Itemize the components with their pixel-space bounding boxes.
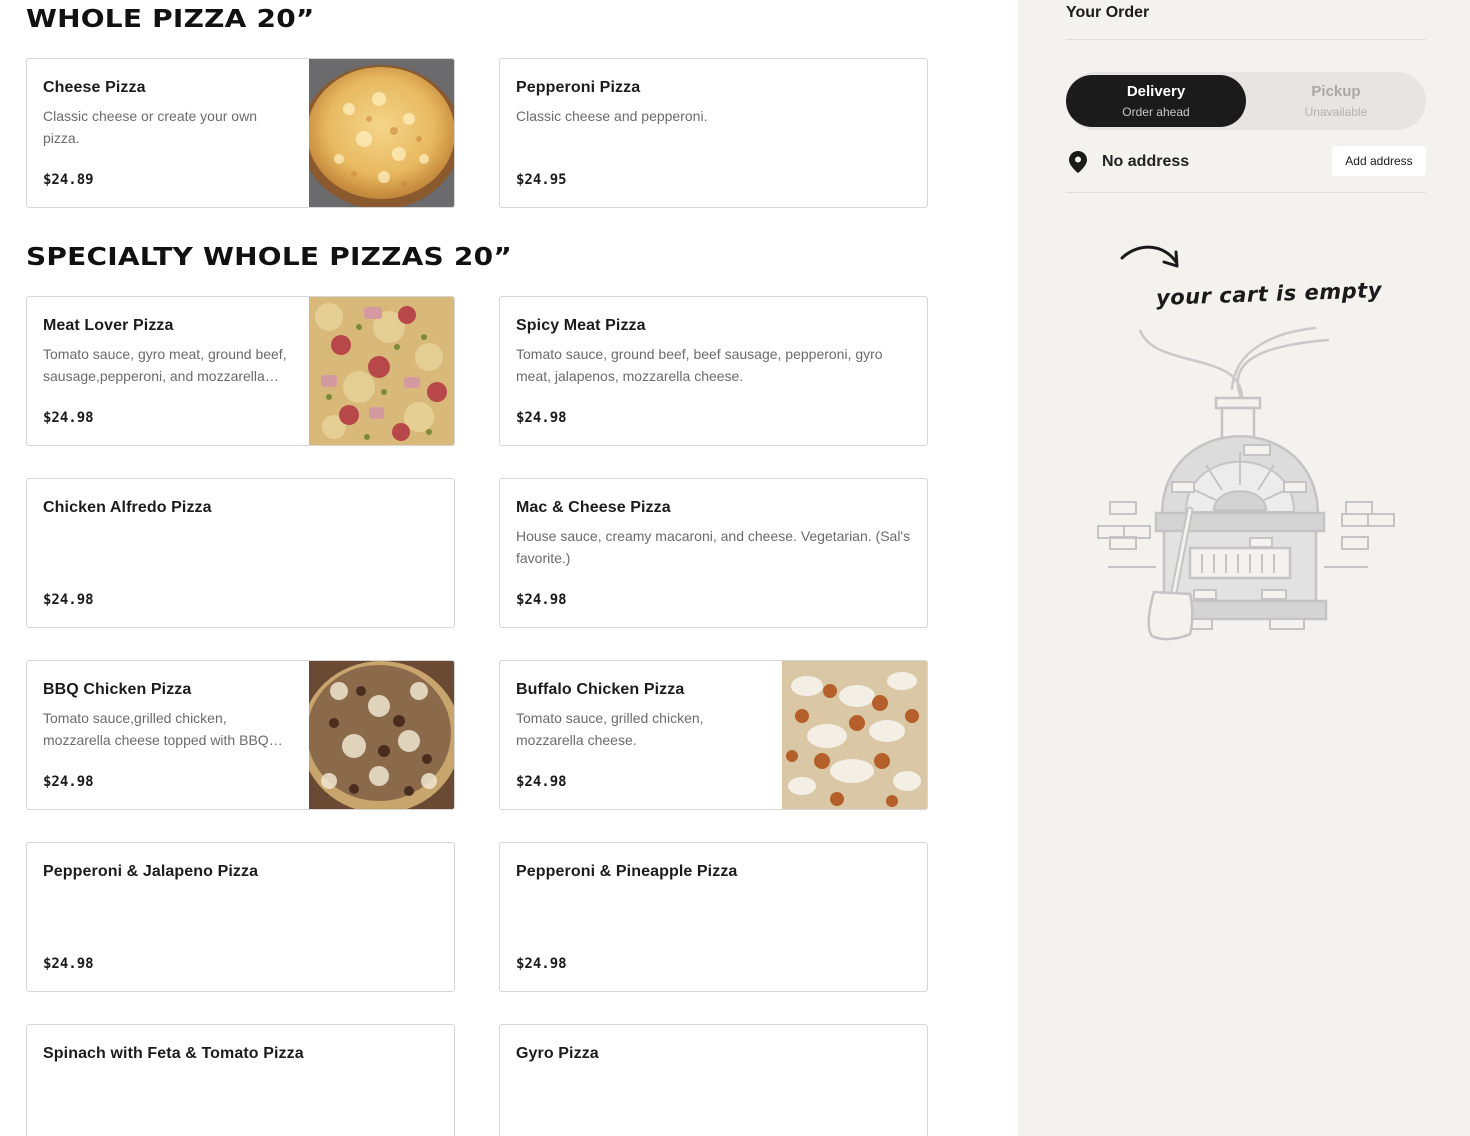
- pizza-photo-cheese: [309, 59, 454, 207]
- menu-item-card[interactable]: BBQ Chicken Pizza Tomato sauce,grilled c…: [26, 660, 455, 810]
- order-sidebar: Your Order Delivery Order ahead Pickup U…: [1018, 0, 1470, 1136]
- map-pin-icon: [1069, 151, 1087, 173]
- delivery-sublabel: Order ahead: [1122, 105, 1190, 119]
- item-name: Spinach with Feta & Tomato Pizza: [43, 1045, 304, 1062]
- item-name: Pepperoni & Jalapeno Pizza: [43, 863, 259, 880]
- pickup-option[interactable]: Pickup Unavailable: [1246, 75, 1426, 127]
- item-name: Mac & Cheese Pizza: [516, 499, 671, 516]
- pickup-sublabel: Unavailable: [1304, 105, 1368, 119]
- item-description: Tomato sauce, gyro meat, ground beef, sa…: [43, 346, 287, 384]
- item-price: $24.98: [516, 592, 567, 608]
- delivery-label: Delivery: [1126, 83, 1186, 100]
- menu-item-card[interactable]: Gyro Pizza: [499, 1024, 928, 1136]
- item-description: Classic cheese and pepperoni.: [516, 108, 708, 124]
- your-order-title: Your Order: [1066, 4, 1150, 21]
- item-name: Spicy Meat Pizza: [516, 317, 646, 334]
- menu-item-card[interactable]: Cheese Pizza Classic cheese or create yo…: [26, 58, 455, 208]
- menu-item-card[interactable]: Pepperoni & Pineapple Pizza $24.98: [499, 842, 928, 992]
- item-price: $24.98: [516, 774, 567, 790]
- item-name: Gyro Pizza: [516, 1045, 599, 1062]
- item-name: Meat Lover Pizza: [43, 317, 174, 334]
- item-name: Buffalo Chicken Pizza: [516, 681, 685, 698]
- menu-item-card[interactable]: Spinach with Feta & Tomato Pizza: [26, 1024, 455, 1136]
- item-price: $24.98: [43, 592, 94, 608]
- item-name: BBQ Chicken Pizza: [43, 681, 192, 698]
- divider: [1066, 39, 1426, 40]
- pickup-label: Pickup: [1311, 83, 1361, 100]
- menu-item-card[interactable]: Chicken Alfredo Pizza $24.98: [26, 478, 455, 628]
- item-price: $24.98: [43, 410, 94, 426]
- item-name: Chicken Alfredo Pizza: [43, 499, 212, 516]
- pizza-photo-buffalo-chicken: [782, 661, 927, 809]
- menu-main: WHOLE PIZZA 20” Cheese Pizza Classic che…: [0, 0, 1018, 1136]
- item-price: $24.98: [43, 956, 94, 972]
- pizza-photo-meat-lover: [309, 297, 454, 445]
- pizza-photo-bbq-chicken: [309, 661, 454, 809]
- item-price: $24.98: [43, 774, 94, 790]
- divider: [1066, 192, 1426, 193]
- add-address-button[interactable]: Add address: [1332, 146, 1426, 176]
- menu-item-card[interactable]: Buffalo Chicken Pizza Tomato sauce, gril…: [499, 660, 928, 810]
- address-status: No address: [1102, 153, 1190, 170]
- item-description: Tomato sauce, ground beef, beef sausage,…: [516, 346, 883, 384]
- item-description: Tomato sauce, grilled chicken, mozzarell…: [516, 710, 704, 748]
- item-description: House sauce, creamy macaroni, and cheese…: [516, 528, 911, 566]
- delivery-option[interactable]: Delivery Order ahead: [1066, 75, 1246, 127]
- item-name: Cheese Pizza: [43, 79, 146, 96]
- item-description: Tomato sauce,grilled chicken, mozzarella…: [43, 710, 269, 748]
- menu-item-card[interactable]: Pepperoni Pizza Classic cheese and peppe…: [499, 58, 928, 208]
- fulfillment-toggle: Delivery Order ahead Pickup Unavailable: [1066, 72, 1426, 130]
- item-price: $24.95: [516, 172, 567, 188]
- menu-item-card[interactable]: Mac & Cheese Pizza House sauce, creamy m…: [499, 478, 928, 628]
- item-name: Pepperoni Pizza: [516, 79, 641, 96]
- menu-item-card[interactable]: Spicy Meat Pizza Tomato sauce, ground be…: [499, 296, 928, 446]
- section-title-whole-pizza: WHOLE PIZZA 20”: [26, 4, 315, 33]
- menu-item-card[interactable]: Pepperoni & Jalapeno Pizza $24.98: [26, 842, 455, 992]
- address-row: No address Add address: [1066, 146, 1426, 178]
- item-name: Pepperoni & Pineapple Pizza: [516, 863, 738, 880]
- item-price: $24.89: [43, 172, 94, 188]
- item-description: Classic cheese or create your own pizza.: [43, 108, 257, 146]
- item-price: $24.98: [516, 956, 567, 972]
- menu-item-card[interactable]: Meat Lover Pizza Tomato sauce, gyro meat…: [26, 296, 455, 446]
- item-price: $24.98: [516, 410, 567, 426]
- section-title-specialty-pizzas: SPECIALTY WHOLE PIZZAS 20”: [26, 242, 512, 271]
